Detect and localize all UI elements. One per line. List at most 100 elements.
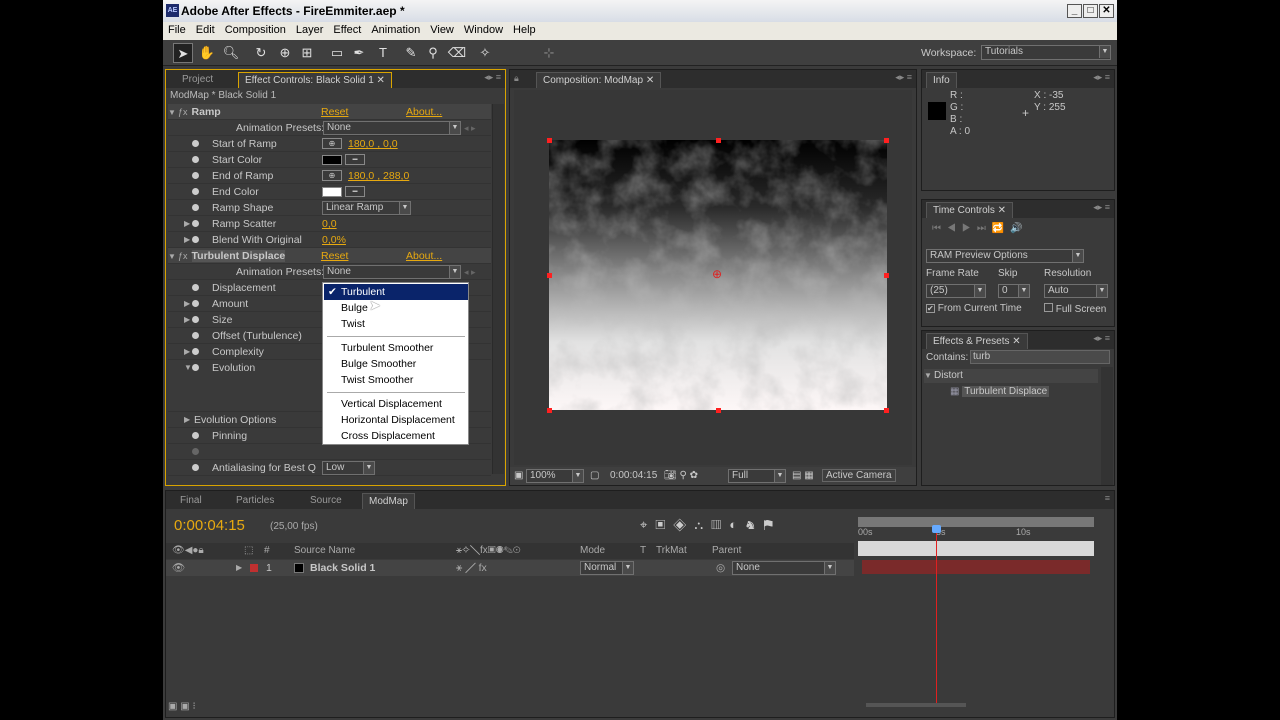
menu-view[interactable]: View (425, 22, 459, 36)
layer-handle[interactable] (547, 273, 552, 278)
blend-mode-dropdown[interactable]: Normal ▼ (580, 561, 634, 575)
zoom-tool-icon[interactable]: 🔍︎ (221, 43, 241, 63)
layer-name[interactable]: Black Solid 1 (310, 560, 375, 576)
rectangle-mask-icon[interactable]: ▭ (327, 43, 347, 63)
ramp-shape-dropdown[interactable]: Linear Ramp ▼ (322, 201, 411, 215)
safe-area-icon[interactable]: ▢ (590, 470, 599, 481)
frame-rate-dropdown[interactable]: (25) ▼ (926, 284, 986, 298)
eyedropper-icon[interactable]: ━ (345, 186, 365, 197)
menu-item-twist-smoother[interactable]: Twist Smoother (324, 372, 468, 388)
panel-menu-icon[interactable]: ◂▸ ≡ (1093, 202, 1110, 213)
start-color-swatch[interactable] (322, 155, 342, 165)
tab-source[interactable]: Source (304, 493, 348, 509)
turbulent-presets-dropdown[interactable]: None ▼ (323, 265, 461, 279)
zoom-slider[interactable] (866, 703, 966, 707)
stopwatch-icon[interactable] (190, 152, 203, 168)
layer-handle[interactable] (884, 408, 889, 413)
camera-view[interactable]: Active Camera (822, 469, 896, 482)
menu-layer[interactable]: Layer (291, 22, 329, 36)
turbulent-displace-header[interactable]: ▼ ƒx Turbulent Displace Reset About... (168, 248, 491, 264)
close-icon[interactable]: ✕ (998, 205, 1006, 216)
close-button[interactable]: ✕ (1099, 4, 1114, 18)
comp-viewer[interactable]: ⊕ (514, 90, 912, 465)
workspace-dropdown[interactable]: Tutorials ▼ (981, 45, 1111, 60)
ramp-about-link[interactable]: About... (406, 104, 442, 120)
brush-tool-icon[interactable]: ✎ (401, 43, 421, 63)
menu-item-vertical-displacement[interactable]: Vertical Displacement (324, 396, 468, 412)
menu-composition[interactable]: Composition (220, 22, 291, 36)
crosshair-point-icon[interactable]: ⊕ (322, 170, 342, 181)
resolution-dropdown[interactable]: Full ▼ (728, 469, 786, 483)
stopwatch-icon[interactable] (190, 280, 203, 296)
menu-item-twist[interactable]: Twist (324, 316, 468, 332)
category-distort[interactable]: ▼ Distort (924, 369, 1098, 383)
panel-menu-icon[interactable]: ◂▸ ≡ (484, 72, 501, 83)
maximize-button[interactable]: □ (1083, 4, 1098, 18)
close-icon[interactable]: ✕ (1012, 336, 1020, 347)
expand-icon[interactable]: ▶ (184, 412, 194, 428)
effect-item-turbulent-displace[interactable]: ▦ Turbulent Displace (950, 386, 1050, 397)
menu-item-turbulent-smoother[interactable]: Turbulent Smoother (324, 340, 468, 356)
layer-handle[interactable] (884, 138, 889, 143)
tab-project[interactable]: Project (176, 72, 219, 88)
stopwatch-icon[interactable] (190, 444, 203, 460)
end-of-ramp-value[interactable]: 180,0 , 288,0 (348, 168, 409, 184)
label-color-icon[interactable] (250, 564, 258, 572)
scrollbar[interactable] (492, 104, 504, 474)
visibility-icon[interactable]: 👁︎ (172, 560, 185, 576)
close-icon[interactable]: ✕ (377, 75, 385, 86)
scrollbar[interactable] (1101, 367, 1113, 485)
playhead-handle[interactable] (932, 525, 941, 533)
turbulent-about-link[interactable]: About... (406, 248, 442, 264)
menu-item-bulge[interactable]: Bulge (324, 300, 468, 316)
stopwatch-icon[interactable] (190, 232, 203, 248)
menu-item-horizontal-displacement[interactable]: Horizontal Displacement (324, 412, 468, 428)
playback-controls[interactable]: ⏮◀▶⏭🔁🔊 (932, 223, 1029, 234)
menu-item-bulge-smoother[interactable]: Bulge Smoother (324, 356, 468, 372)
blend-value[interactable]: 0,0% (322, 232, 346, 248)
tab-effects-presets[interactable]: Effects & Presets ✕ (926, 333, 1028, 349)
col-source-name[interactable]: Source Name (294, 543, 355, 559)
hand-tool-icon[interactable]: ✋ (197, 43, 217, 63)
pickwhip-icon[interactable]: ◎ (716, 560, 725, 576)
stopwatch-icon[interactable] (190, 328, 203, 344)
menu-file[interactable]: File (163, 22, 191, 36)
close-icon[interactable]: ✕ (646, 75, 654, 86)
tab-particles[interactable]: Particles (230, 493, 280, 509)
expand-icon[interactable]: ▶ (236, 560, 242, 576)
stopwatch-icon[interactable] (190, 428, 203, 444)
time-graph[interactable]: 00s 5s 10s (858, 513, 1098, 703)
monitor-icon[interactable]: ▣ (514, 470, 523, 481)
antialiasing-dropdown[interactable]: Low ▼ (322, 461, 375, 475)
stopwatch-icon[interactable] (190, 136, 203, 152)
timeline-switches[interactable]: ⌖▣◈⛬▥◐♞⚑ (640, 517, 781, 533)
text-tool-icon[interactable]: T (373, 43, 393, 63)
menu-help[interactable]: Help (508, 22, 541, 36)
layer-row[interactable]: 👁︎ ▶ 1 Black Solid 1 ⚹ ╱ fx Normal ▼ ◎ No… (166, 560, 854, 576)
fx-icon[interactable]: ƒx (178, 107, 188, 117)
tab-time-controls[interactable]: Time Controls ✕ (926, 202, 1014, 218)
preset-nav-icon[interactable]: ◂ ▸ (464, 120, 476, 136)
layer-handle[interactable] (716, 138, 721, 143)
stopwatch-icon[interactable] (190, 200, 203, 216)
minimize-button[interactable]: _ (1067, 4, 1082, 18)
tab-modmap[interactable]: ModMap (362, 493, 415, 509)
ram-preview-dropdown[interactable]: RAM Preview Options ▼ (926, 249, 1084, 263)
clone-stamp-icon[interactable]: ⚲ (423, 43, 443, 63)
pen-tool-icon[interactable]: ✒ (349, 43, 369, 63)
layer-handle[interactable] (547, 138, 552, 143)
from-current-checkbox[interactable]: ✔ From Current Time (926, 303, 1022, 314)
layer-handle[interactable] (716, 408, 721, 413)
selection-tool-icon[interactable]: ➤ (173, 43, 193, 63)
timeline-footer-icons[interactable]: ▣ ▣ ⁝ (168, 701, 196, 712)
menu-item-cross-displacement[interactable]: Cross Displacement (324, 428, 468, 444)
end-color-swatch[interactable] (322, 187, 342, 197)
time-ruler[interactable]: 00s 5s 10s (858, 527, 1094, 541)
tab-info[interactable]: Info (926, 72, 957, 88)
stopwatch-icon[interactable] (190, 360, 203, 376)
effects-search-input[interactable]: turb (970, 350, 1110, 364)
eraser-tool-icon[interactable]: ⌫ (447, 43, 467, 63)
parent-dropdown[interactable]: None ▼ (732, 561, 836, 575)
orbit-camera-icon[interactable]: ⊕ (275, 43, 295, 63)
layer-handle[interactable] (884, 273, 889, 278)
